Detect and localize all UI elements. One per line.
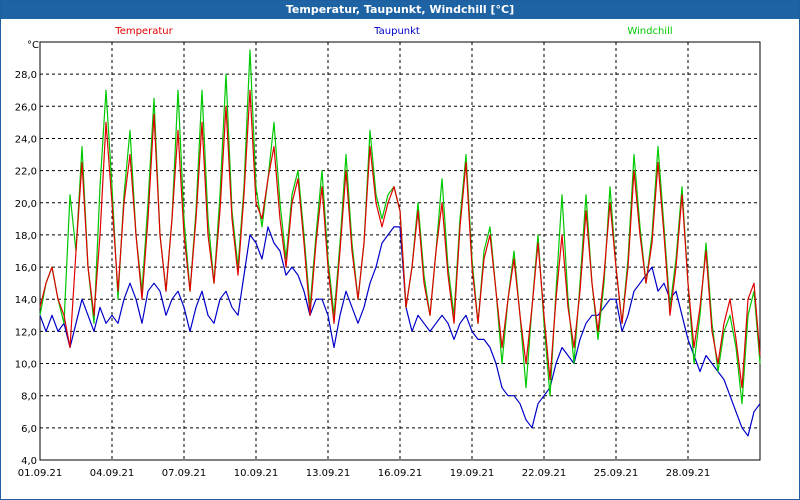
legend-temperatur: Temperatur: [114, 26, 173, 37]
x-tick-label: 22.09.21: [522, 468, 567, 479]
y-axis-unit-label: °C: [27, 40, 39, 51]
chart-canvas: 4,0 6,0 8,0 10,0 12,0 14,0 16,0 18,0 20,0 22,0 24,…: [15, 26, 761, 479]
y-tick-label: 8,0: [21, 392, 37, 403]
x-tick-label: 28.09.21: [666, 468, 711, 479]
y-tick-label: 12,0: [15, 327, 37, 338]
x-tick-label: 04.09.21: [90, 468, 135, 479]
y-tick-label: 26,0: [15, 102, 37, 113]
x-tick-label: 07.09.21: [162, 468, 207, 479]
x-tick-label: 19.09.21: [450, 468, 495, 479]
y-tick-label: 28,0: [15, 70, 37, 81]
y-tick-label: 4,0: [21, 456, 37, 467]
y-tick-label: 10,0: [15, 360, 37, 371]
y-tick-label: 14,0: [15, 295, 37, 306]
x-tick-label: 16.09.21: [378, 468, 423, 479]
legend-taupunkt: Taupunkt: [373, 26, 420, 37]
y-tick-label: 16,0: [15, 263, 37, 274]
x-tick-label: 13.09.21: [306, 468, 351, 479]
x-tick-label: 10.09.21: [234, 468, 279, 479]
y-tick-label: 22,0: [15, 167, 37, 178]
y-tick-label: 18,0: [15, 231, 37, 242]
y-tick-label: 20,0: [15, 199, 37, 210]
y-tick-label: 24,0: [15, 134, 37, 145]
x-tick-label: 25.09.21: [594, 468, 639, 479]
legend-windchill: Windchill: [627, 26, 672, 37]
x-tick-label: 01.09.21: [18, 468, 63, 479]
y-tick-label: 6,0: [21, 424, 37, 435]
